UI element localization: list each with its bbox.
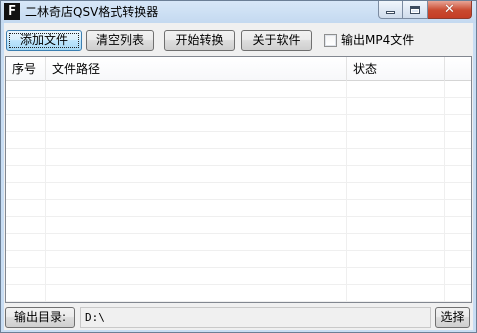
column-header-status[interactable]: 状态	[347, 57, 445, 81]
window-title: 二林奇店QSV格式转换器	[25, 5, 159, 19]
app-window: F 二林奇店QSV格式转换器 ✕ 添加文件 清空列表 开始转换 关于软件 输出M…	[0, 0, 477, 333]
column-header-index[interactable]: 序号	[6, 57, 46, 81]
output-dir-button[interactable]: 输出目录:	[5, 307, 75, 328]
close-button[interactable]: ✕	[428, 1, 472, 19]
about-label: 关于软件	[252, 33, 301, 47]
choose-dir-label: 选择	[440, 310, 465, 324]
choose-dir-button[interactable]: 选择	[435, 307, 470, 328]
minimize-icon	[386, 11, 395, 14]
output-mp4-label[interactable]: 输出MP4文件	[341, 32, 414, 48]
output-dir-label: 输出目录:	[13, 310, 67, 324]
add-files-button[interactable]: 添加文件	[6, 30, 82, 51]
about-button[interactable]: 关于软件	[241, 30, 312, 51]
minimize-button[interactable]	[378, 1, 403, 19]
output-bar: 输出目录: D:\ 选择	[4, 307, 473, 329]
window-controls: ✕	[378, 1, 472, 19]
output-mp4-checkbox[interactable]	[324, 33, 337, 47]
start-convert-button[interactable]: 开始转换	[164, 30, 235, 51]
app-logo-icon[interactable]: F	[4, 3, 20, 20]
maximize-button[interactable]	[403, 1, 428, 19]
output-dir-field[interactable]: D:\	[80, 307, 431, 328]
maximize-icon	[410, 5, 420, 14]
file-list-body[interactable]	[6, 81, 471, 302]
column-divider	[444, 81, 445, 302]
main-panel: 添加文件 清空列表 开始转换 关于软件 输出MP4文件 序号 文件路径 状态 输…	[4, 23, 473, 330]
file-list-header: 序号 文件路径 状态	[6, 57, 471, 81]
file-list[interactable]: 序号 文件路径 状态	[5, 56, 472, 303]
column-header-path[interactable]: 文件路径	[46, 57, 347, 81]
output-mp4-option[interactable]: 输出MP4文件	[324, 32, 414, 48]
clear-list-label: 清空列表	[95, 33, 144, 47]
column-divider	[45, 81, 46, 302]
focus-indicator	[9, 33, 79, 48]
close-icon: ✕	[444, 2, 455, 17]
column-divider	[346, 81, 347, 302]
clear-list-button[interactable]: 清空列表	[86, 30, 154, 51]
title-bar[interactable]: F 二林奇店QSV格式转换器 ✕	[1, 1, 476, 23]
start-convert-label: 开始转换	[175, 33, 224, 47]
